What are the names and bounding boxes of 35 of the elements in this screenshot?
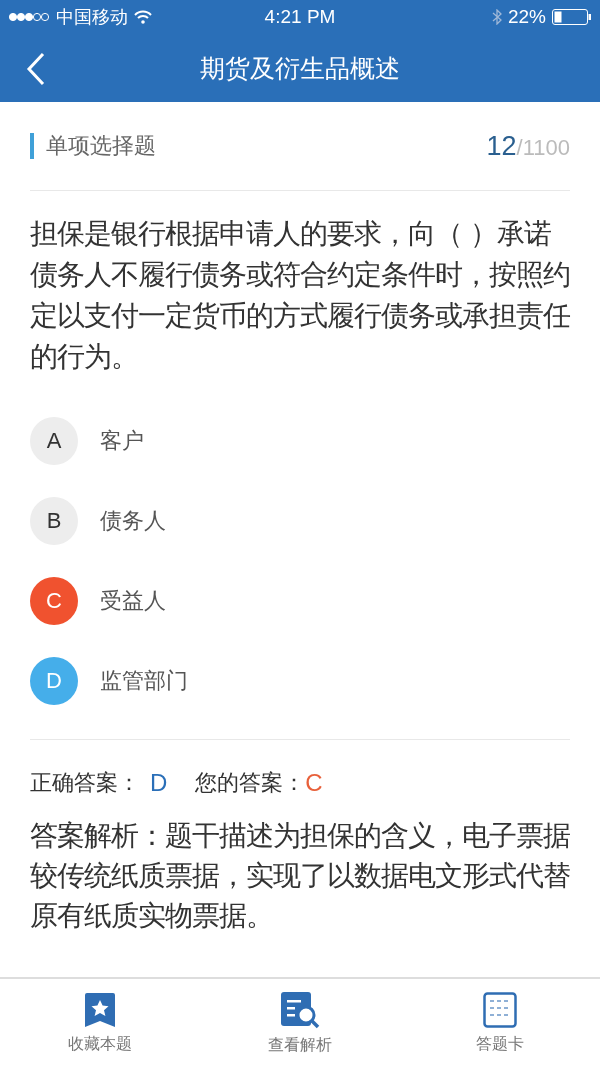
tab-button[interactable]: 收藏本题 (0, 979, 200, 1067)
page-title: 期货及衍生品概述 (200, 52, 400, 85)
answer-card-icon (483, 991, 517, 1028)
your-answer-label: 您的答案： (195, 769, 306, 797)
status-time: 4:21 PM (264, 6, 336, 28)
answer-option[interactable]: C 受益人 (30, 561, 570, 641)
question-total: /1100 (516, 134, 570, 160)
wifi-icon (134, 10, 152, 24)
correct-answer: D (150, 769, 168, 797)
your-answer: C (305, 769, 323, 797)
option-text: 客户 (100, 427, 144, 455)
option-text: 监管部门 (100, 667, 188, 695)
document-search-icon (280, 990, 320, 1029)
option-letter: A (30, 417, 78, 465)
battery-percent: 22% (507, 6, 546, 28)
answer-option[interactable]: A 客户 (30, 401, 570, 481)
explanation-text: 答案解析：题干描述为担保的含义，电子票据较传统纸质票据，实现了以数据电文形式代替原有纸质实物票据。 (30, 818, 570, 934)
option-letter: C (30, 577, 78, 625)
carrier-name: 中国移动 (56, 5, 128, 29)
tab-button[interactable]: 答题卡 (400, 979, 600, 1067)
bluetooth-icon (491, 9, 502, 25)
answer-option[interactable]: D 监管部门 (30, 641, 570, 721)
option-letter: D (30, 657, 78, 705)
signal-icon (8, 12, 50, 22)
question-text: 担保是银行根据申请人的要求，向（ ）承诺债务人不履行债务或符合约定条件时，按照约定以支付一定货币的方式履行债务或承担责任的行为。 (30, 216, 570, 375)
question-number: 12 (486, 130, 517, 161)
option-text: 受益人 (100, 587, 166, 615)
option-text: 债务人 (100, 507, 166, 535)
correct-answer-label: 正确答案： (30, 769, 140, 797)
tab-button[interactable]: 查看解析 (200, 979, 400, 1067)
option-letter: B (30, 497, 78, 545)
question-type: 单项选择题 (30, 133, 156, 159)
answer-option[interactable]: B 债务人 (30, 481, 570, 561)
bookmark-star-icon (83, 991, 117, 1028)
battery-icon (552, 9, 592, 25)
